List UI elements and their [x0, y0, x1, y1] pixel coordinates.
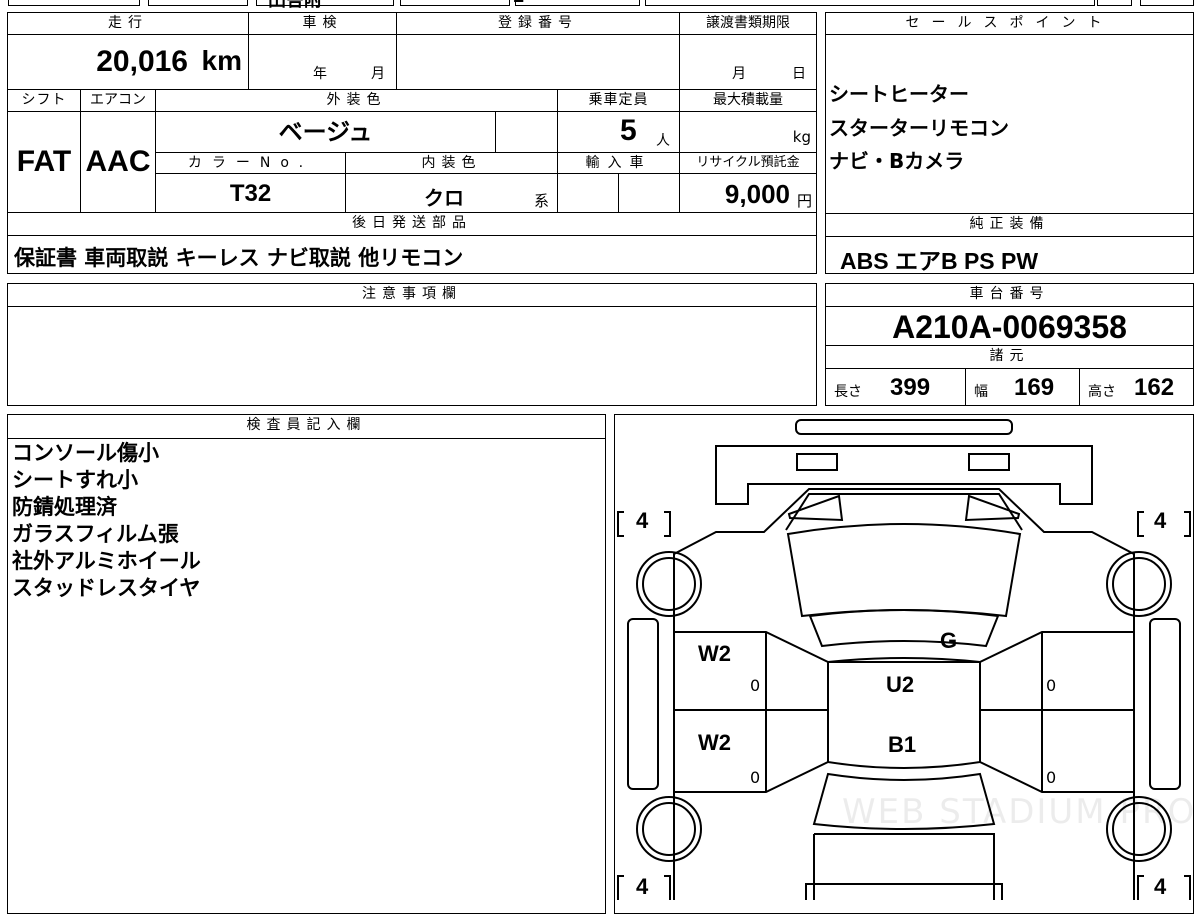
inspector-line: ガラスフィルム張: [12, 522, 179, 546]
mark-u2: U2: [886, 672, 915, 697]
specs-height-label: 高さ: [1088, 384, 1116, 400]
aircon-value: AAC: [85, 145, 151, 178]
genuine-equipment-value: ABS エアB PS PW: [840, 248, 1039, 274]
inspector-line: スタッドレスタイヤ: [12, 576, 201, 600]
capacity-header: 乗車定員: [557, 89, 680, 112]
mark-zero: 0: [750, 768, 761, 787]
recycle-header: リサイクル預託金: [679, 152, 817, 174]
tire-fl-label: 4: [636, 508, 649, 533]
mark-w2-front: W2: [698, 641, 731, 666]
inspector-line: 社外アルミホイール: [12, 549, 201, 573]
top-partial-text: 田舎附: [268, 0, 322, 8]
interior-color-header: 内装色: [345, 152, 558, 174]
shift-value: FAT: [16, 145, 72, 178]
exterior-color-extra: [495, 111, 558, 153]
inspector-header: 検査員記入欄: [7, 414, 606, 439]
specs-length-value: 399: [890, 374, 931, 401]
shaken-header: 車検: [248, 12, 397, 35]
interior-color-value: クロ: [424, 186, 464, 210]
recycle-unit: 円: [796, 192, 812, 210]
mark-b1: B1: [888, 732, 917, 757]
specs-width-cell: 幅 169: [965, 368, 1080, 406]
chassis-value: A210A-0069358: [892, 309, 1127, 345]
recycle-cell: 9,000 円: [679, 173, 817, 213]
aircon-header: エアコン: [80, 89, 156, 112]
specs-length-label: 長さ: [834, 384, 862, 400]
mileage-unit: km: [201, 45, 242, 76]
tire-rl-label: 4: [636, 874, 649, 899]
import-header: 輸入車: [557, 152, 680, 174]
capacity-cell: 5 人: [557, 111, 680, 153]
specs-header: 諸元: [825, 345, 1194, 369]
later-parts-value: 保証書 車両取説 キーレス ナビ取説 他リモコン: [14, 246, 464, 270]
exterior-color-header: 外装色: [155, 89, 558, 112]
shaken-year: 年: [313, 66, 327, 82]
inspector-lines: コンソール傷小 シートすれ小 防錆処理済 ガラスフィルム張 社外アルミホイール …: [12, 440, 201, 602]
sales-point-3: ナビ・Bカメラ: [829, 149, 965, 173]
mark-g: G: [940, 628, 958, 653]
sales-point-2: スターターリモコン: [829, 116, 1009, 140]
transfer-day: 日: [792, 66, 806, 82]
sales-points-header: セールスポイント: [825, 12, 1194, 35]
max-load-header: 最大積載量: [679, 89, 817, 112]
mark-zero: 0: [1046, 768, 1057, 787]
capacity-value: 5: [620, 114, 637, 147]
tire-fr-label: 4: [1154, 508, 1167, 533]
tire-rr-label: 4: [1154, 874, 1167, 899]
notes-header: 注意事項欄: [7, 283, 817, 307]
inspector-line: コンソール傷小: [12, 441, 159, 465]
transfer-cell: 月 日: [679, 34, 817, 90]
shift-header: シフト: [7, 89, 81, 112]
specs-width-value: 169: [1014, 374, 1055, 401]
import-cell-a: [557, 173, 619, 213]
later-parts-cell: 保証書 車両取説 キーレス ナビ取説 他リモコン: [7, 235, 817, 274]
genuine-equipment-cell: ABS エアB PS PW: [825, 236, 1194, 274]
mileage-value: 20,016: [96, 45, 188, 78]
sales-point-1: シートヒーター: [829, 82, 969, 106]
mark-zero: 0: [750, 676, 761, 695]
mileage-header: 走行: [7, 12, 249, 35]
specs-height-value: 162: [1134, 374, 1175, 401]
registration-cell: [396, 34, 680, 90]
mileage-cell: 20,016 km: [7, 34, 249, 90]
chassis-header: 車台番号: [825, 283, 1194, 307]
interior-color-suffix: 系: [534, 192, 550, 210]
shaken-cell: 年 月: [248, 34, 397, 90]
chassis-cell: A210A-0069358: [825, 306, 1194, 346]
specs-width-label: 幅: [974, 384, 988, 400]
inspector-line: 防錆処理済: [12, 495, 117, 519]
transfer-month: 月: [732, 66, 746, 82]
later-parts-header: 後日発送部品: [7, 212, 817, 236]
top-partial-num: 1: [512, 0, 525, 7]
transfer-header: 譲渡書類期限: [679, 12, 817, 35]
color-no-cell: T32: [155, 173, 346, 213]
exterior-color-cell: ベージュ: [155, 111, 496, 153]
max-load-unit: kg: [792, 128, 811, 146]
mark-w2-rear: W2: [698, 730, 731, 755]
max-load-cell: kg: [679, 111, 817, 153]
interior-color-cell: クロ 系: [345, 173, 558, 213]
color-no-value: T32: [229, 180, 272, 207]
top-strip: 田舎附 1: [0, 0, 1200, 8]
capacity-unit: 人: [656, 133, 670, 149]
import-cell-b: [618, 173, 680, 213]
shaken-month: 月: [371, 66, 385, 82]
watermark: WEB STADIUM PRO: [842, 792, 1197, 832]
mark-zero: 0: [1046, 676, 1057, 695]
color-no-header: カラーNo.: [155, 152, 346, 174]
shift-cell: FAT: [7, 111, 81, 213]
aircon-cell: AAC: [80, 111, 156, 213]
specs-height-cell: 高さ 162: [1079, 368, 1194, 406]
recycle-value: 9,000: [724, 179, 790, 209]
exterior-color-value: ベージュ: [278, 118, 373, 146]
specs-length-cell: 長さ 399: [825, 368, 966, 406]
registration-header: 登録番号: [396, 12, 680, 35]
genuine-equipment-header: 純正装備: [825, 213, 1194, 237]
inspector-line: シートすれ小: [12, 468, 138, 492]
